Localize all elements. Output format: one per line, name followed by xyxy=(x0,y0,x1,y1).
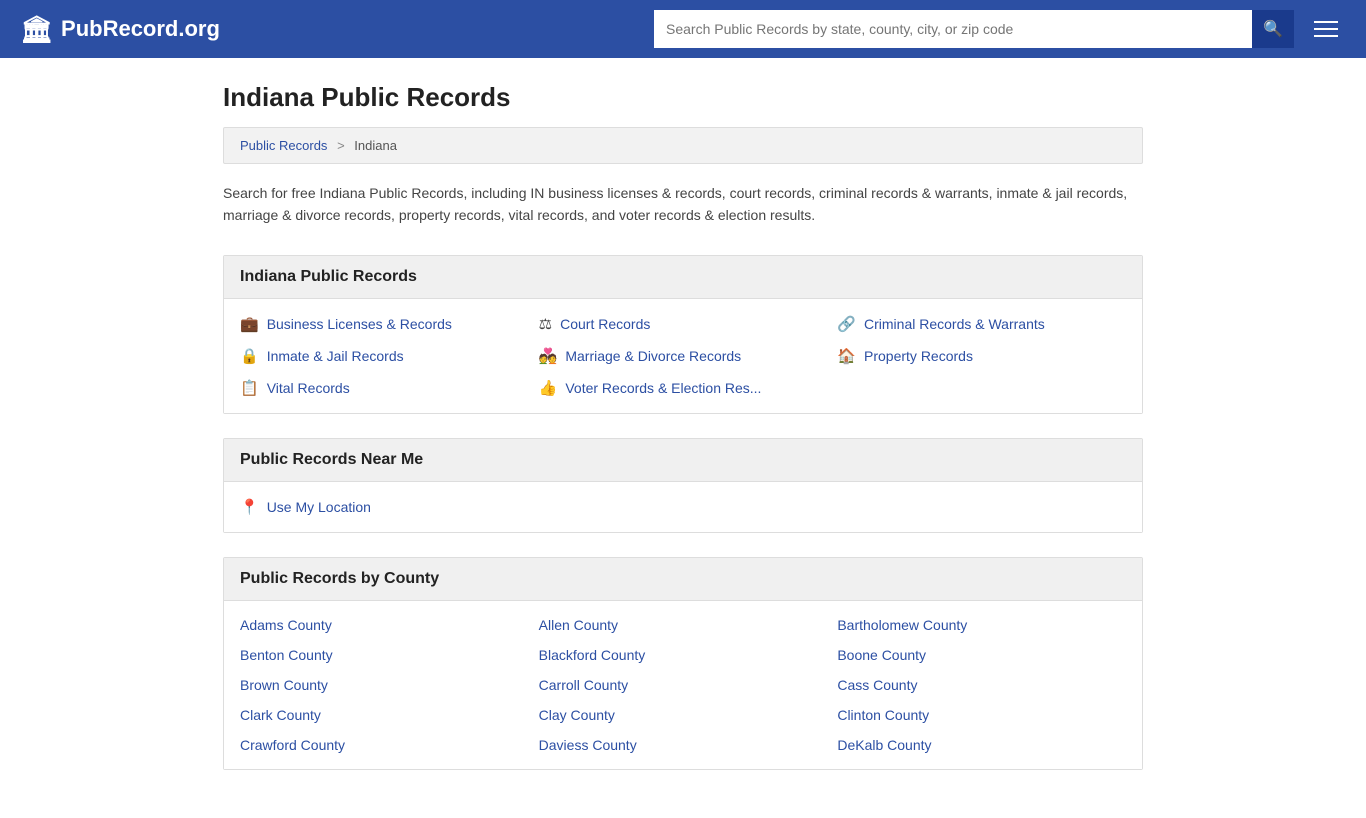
county-link-7[interactable]: Carroll County xyxy=(539,677,828,693)
county-section-header: Public Records by County xyxy=(224,558,1142,601)
record-label-7: Voter Records & Election Res... xyxy=(565,380,761,396)
record-label-0: Business Licenses & Records xyxy=(267,316,452,332)
near-me-section-body: 📍 Use My Location xyxy=(224,482,1142,532)
menu-bar-1 xyxy=(1314,21,1338,23)
records-section: Indiana Public Records 💼 Business License… xyxy=(223,255,1143,414)
county-link-0[interactable]: Adams County xyxy=(240,617,529,633)
records-section-body: 💼 Business Licenses & Records ⚖ Court Recor… xyxy=(224,299,1142,413)
record-icon-6: 📋 xyxy=(240,379,259,397)
breadcrumb-home-link[interactable]: Public Records xyxy=(240,138,327,153)
records-section-header: Indiana Public Records xyxy=(224,256,1142,299)
search-icon: 🔍 xyxy=(1263,19,1283,39)
record-link-5[interactable]: 🏠 Property Records xyxy=(837,347,1126,365)
location-icon: 📍 xyxy=(240,498,259,516)
county-link-4[interactable]: Blackford County xyxy=(539,647,828,663)
record-label-4: Marriage & Divorce Records xyxy=(565,348,741,364)
record-icon-2: 🔗 xyxy=(837,315,856,333)
record-link-1[interactable]: ⚖ Court Records xyxy=(539,315,828,333)
record-label-2: Criminal Records & Warrants xyxy=(864,316,1045,332)
main-content: Indiana Public Records Public Records > … xyxy=(203,58,1163,818)
menu-bar-3 xyxy=(1314,35,1338,37)
breadcrumb-current: Indiana xyxy=(354,138,397,153)
county-link-12[interactable]: Crawford County xyxy=(240,737,529,753)
use-my-location-label: Use My Location xyxy=(267,499,371,515)
county-link-14[interactable]: DeKalb County xyxy=(837,737,1126,753)
county-link-9[interactable]: Clark County xyxy=(240,707,529,723)
search-button[interactable]: 🔍 xyxy=(1252,10,1294,48)
search-input[interactable] xyxy=(654,10,1252,48)
county-section-body: Adams County Allen County Bartholomew Coun… xyxy=(224,601,1142,769)
record-label-3: Inmate & Jail Records xyxy=(267,348,404,364)
record-label-1: Court Records xyxy=(560,316,650,332)
county-link-6[interactable]: Brown County xyxy=(240,677,529,693)
near-me-section: Public Records Near Me 📍 Use My Location xyxy=(223,438,1143,533)
records-grid: 💼 Business Licenses & Records ⚖ Court Recor… xyxy=(240,315,1126,397)
page-description: Search for free Indiana Public Records, … xyxy=(223,182,1143,227)
page-title: Indiana Public Records xyxy=(223,82,1143,113)
record-link-3[interactable]: 🔒 Inmate & Jail Records xyxy=(240,347,529,365)
county-grid: Adams County Allen County Bartholomew Coun… xyxy=(240,617,1126,753)
county-link-13[interactable]: Daviess County xyxy=(539,737,828,753)
record-link-7[interactable]: 👍 Voter Records & Election Res... xyxy=(539,379,828,397)
site-header: 🏛 PubRecord.org 🔍 xyxy=(0,0,1366,58)
county-link-5[interactable]: Boone County xyxy=(837,647,1126,663)
menu-bar-2 xyxy=(1314,28,1338,30)
county-link-8[interactable]: Cass County xyxy=(837,677,1126,693)
county-link-2[interactable]: Bartholomew County xyxy=(837,617,1126,633)
hamburger-menu-button[interactable] xyxy=(1306,17,1346,41)
county-link-3[interactable]: Benton County xyxy=(240,647,529,663)
record-link-6[interactable]: 📋 Vital Records xyxy=(240,379,529,397)
record-icon-0: 💼 xyxy=(240,315,259,333)
breadcrumb: Public Records > Indiana xyxy=(223,127,1143,164)
record-icon-7: 👍 xyxy=(539,379,558,397)
use-my-location-link[interactable]: 📍 Use My Location xyxy=(240,498,1126,516)
county-link-10[interactable]: Clay County xyxy=(539,707,828,723)
record-label-5: Property Records xyxy=(864,348,973,364)
county-link-11[interactable]: Clinton County xyxy=(837,707,1126,723)
logo-text: PubRecord.org xyxy=(61,16,220,42)
record-link-0[interactable]: 💼 Business Licenses & Records xyxy=(240,315,529,333)
logo-icon: 🏛 xyxy=(20,14,53,45)
record-link-2[interactable]: 🔗 Criminal Records & Warrants xyxy=(837,315,1126,333)
breadcrumb-separator: > xyxy=(337,138,345,153)
county-link-1[interactable]: Allen County xyxy=(539,617,828,633)
site-logo[interactable]: 🏛 PubRecord.org xyxy=(20,14,220,45)
record-icon-3: 🔒 xyxy=(240,347,259,365)
county-section: Public Records by County Adams County All… xyxy=(223,557,1143,770)
record-link-4[interactable]: 💑 Marriage & Divorce Records xyxy=(539,347,828,365)
record-icon-4: 💑 xyxy=(539,347,558,365)
search-container: 🔍 xyxy=(654,10,1294,48)
record-icon-1: ⚖ xyxy=(539,315,552,333)
record-icon-5: 🏠 xyxy=(837,347,856,365)
near-me-section-header: Public Records Near Me xyxy=(224,439,1142,482)
record-label-6: Vital Records xyxy=(267,380,350,396)
